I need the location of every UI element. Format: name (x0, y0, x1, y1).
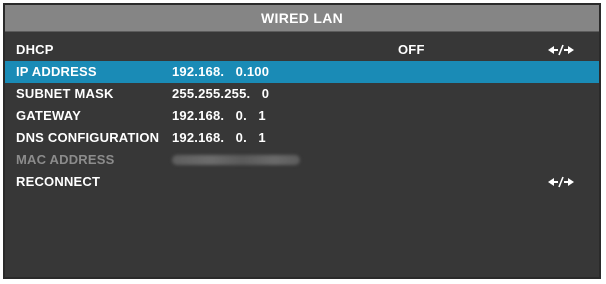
mac-address-redacted-value (172, 155, 300, 165)
menu-title: WIRED LAN (5, 5, 599, 32)
menu-item-label: GATEWAY (16, 108, 81, 123)
dhcp-state-value: OFF (398, 42, 425, 57)
menu-item-label: RECONNECT (16, 174, 101, 189)
left-right-arrow-icon (548, 44, 574, 56)
menu-item-label: DNS CONFIGURATION (16, 130, 160, 145)
menu-item-gateway[interactable]: GATEWAY 192.168. 0. 1 (5, 105, 599, 127)
menu-item-dhcp[interactable]: DHCP OFF (5, 39, 599, 61)
left-right-arrow-icon (548, 176, 574, 188)
menu-item-label: DHCP (16, 42, 54, 57)
menu-item-ip-address[interactable]: IP ADDRESS 192.168. 0.100 (5, 61, 599, 83)
wired-lan-menu: WIRED LAN DHCP OFF IP ADDRESS 192.168. 0… (3, 3, 601, 279)
menu-item-label: IP ADDRESS (16, 64, 97, 79)
menu-item-reconnect[interactable]: RECONNECT (5, 171, 599, 193)
gateway-value: 192.168. 0. 1 (172, 108, 266, 123)
menu-item-label: MAC ADDRESS (16, 152, 115, 167)
menu-item-subnet-mask[interactable]: SUBNET MASK 255.255.255. 0 (5, 83, 599, 105)
menu-item-label: SUBNET MASK (16, 86, 114, 101)
ip-address-value: 192.168. 0.100 (172, 64, 270, 79)
menu-item-dns-configuration[interactable]: DNS CONFIGURATION 192.168. 0. 1 (5, 127, 599, 149)
menu-list: DHCP OFF IP ADDRESS 192.168. 0.100 SUBNE… (5, 39, 599, 193)
menu-item-mac-address: MAC ADDRESS (5, 149, 599, 171)
dns-configuration-value: 192.168. 0. 1 (172, 130, 266, 145)
subnet-mask-value: 255.255.255. 0 (172, 86, 270, 101)
